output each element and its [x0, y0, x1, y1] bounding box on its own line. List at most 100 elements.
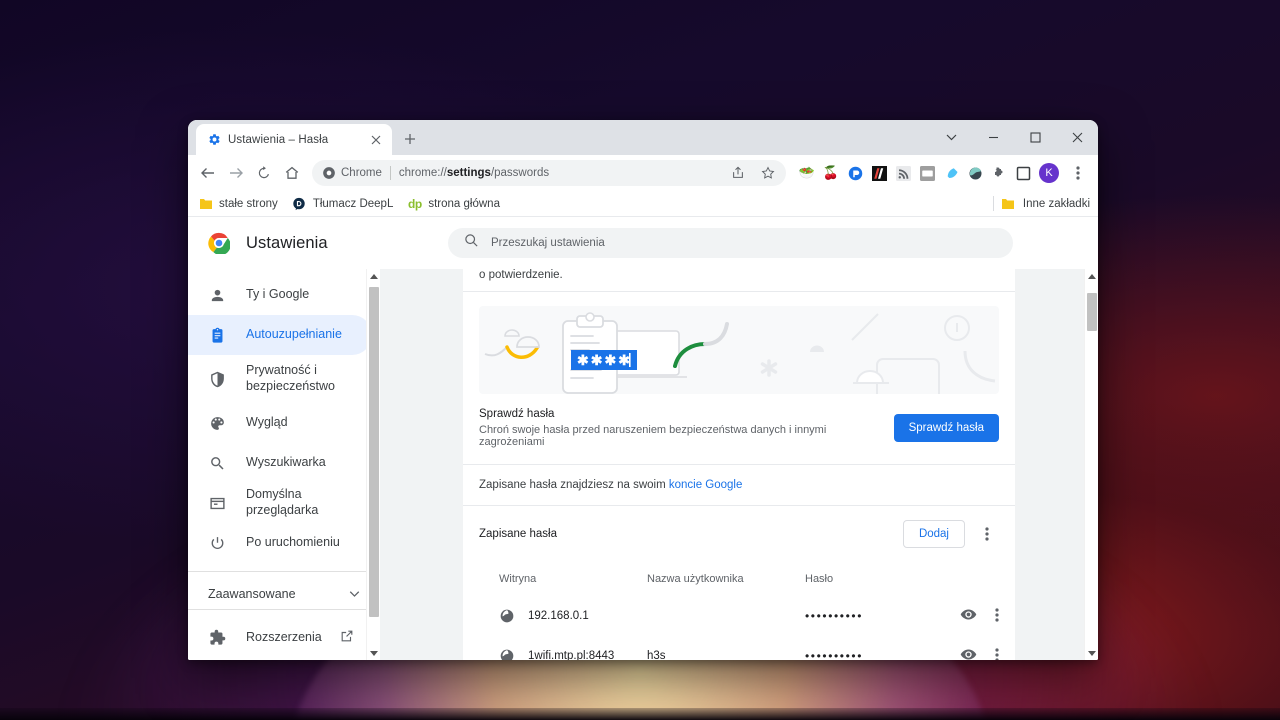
- bookmark-item-stale-strony[interactable]: stałe strony: [198, 196, 278, 211]
- google-account-note: Zapisane hasła znajdziesz na swoim konci…: [463, 465, 1015, 506]
- check-passwords-button[interactable]: Sprawdź hasła: [894, 414, 999, 442]
- reload-icon[interactable]: [250, 159, 278, 187]
- browser-window-icon: [208, 494, 226, 512]
- extension-icon-globe[interactable]: [964, 162, 986, 184]
- more-vert-icon[interactable]: [995, 647, 999, 661]
- sidebar-item-ty-i-google[interactable]: Ty i Google: [188, 275, 372, 315]
- address-bar[interactable]: Chrome chrome://settings/passwords: [312, 160, 786, 186]
- sidebar-item-domyslna-przegladarka[interactable]: Domyślna przeglądarka: [188, 483, 372, 523]
- google-account-link[interactable]: koncie Google: [669, 479, 743, 491]
- sidebar-scroll-track[interactable]: [367, 283, 381, 646]
- minimize-button[interactable]: [972, 120, 1014, 155]
- maximize-button[interactable]: [1014, 120, 1056, 155]
- extension-icon-1[interactable]: 🥗: [796, 162, 818, 184]
- sidebar-item-prywatnosc[interactable]: Prywatność i bezpieczeństwo: [188, 355, 372, 403]
- forward-icon[interactable]: [222, 159, 250, 187]
- settings-gear-icon: [207, 133, 221, 147]
- close-icon[interactable]: [368, 132, 384, 148]
- star-icon[interactable]: [754, 159, 782, 187]
- saved-passwords-header: Zapisane hasła Dodaj: [463, 506, 1015, 562]
- extension-icon-4[interactable]: [868, 162, 890, 184]
- settings-sidebar: Ty i Google Autouzupełnianie Prywatność …: [188, 269, 380, 660]
- puzzle-icon: [208, 628, 226, 646]
- other-bookmarks[interactable]: Inne zakładki: [993, 196, 1090, 211]
- extension-icon-2[interactable]: 🍒: [820, 162, 842, 184]
- more-vert-icon[interactable]: [995, 607, 999, 626]
- sidebar-scrollbar[interactable]: [366, 269, 380, 660]
- bookmark-item-strona-glowna[interactable]: dp strona główna: [407, 196, 500, 211]
- sidebar-item-rozszerzenia[interactable]: Rozszerzenia: [188, 614, 380, 660]
- sidebar-item-label: Rozszerzenia: [246, 630, 322, 644]
- sidebar-nav-list: Ty i Google Autouzupełnianie Prywatność …: [188, 275, 380, 609]
- password-checkup-card: ✱✱✱✱: [463, 292, 1015, 465]
- chrome-menu-icon[interactable]: [1064, 159, 1092, 187]
- column-header-password: Hasło: [805, 573, 999, 585]
- new-tab-button[interactable]: [396, 125, 424, 153]
- eye-icon[interactable]: [960, 606, 977, 626]
- bookmark-label: stałe strony: [219, 198, 278, 210]
- chrome-logo: [208, 232, 230, 254]
- sidebar-item-label: Zaawansowane: [208, 587, 296, 601]
- eye-icon[interactable]: [960, 646, 977, 660]
- sidebar-item-autouzupelnianie[interactable]: Autouzupełnianie: [188, 315, 372, 355]
- clipboard-icon: [208, 326, 226, 344]
- svg-text:✱✱✱✱: ✱✱✱✱: [577, 352, 632, 368]
- folder-icon: [198, 196, 213, 211]
- extension-icon-keyboard[interactable]: [916, 162, 938, 184]
- person-icon: [208, 286, 226, 304]
- scroll-down-arrow-icon[interactable]: [370, 646, 378, 660]
- add-password-button[interactable]: Dodaj: [903, 520, 965, 548]
- url-prefix: chrome://: [399, 167, 447, 179]
- row-site-cell: 192.168.0.1: [499, 608, 647, 624]
- window-close-button[interactable]: [1056, 120, 1098, 155]
- extension-icon-square[interactable]: [1012, 162, 1034, 184]
- extension-icon-feather[interactable]: [940, 162, 962, 184]
- dp-icon: dp: [407, 196, 422, 211]
- bookmark-item-deepl[interactable]: Tłumacz DeepL: [292, 196, 394, 211]
- omnibox-url[interactable]: chrome://settings/passwords: [399, 167, 724, 179]
- search-input[interactable]: [491, 237, 997, 249]
- sidebar-item-label: Prywatność i bezpieczeństwo: [246, 363, 372, 394]
- avatar[interactable]: K: [1039, 163, 1059, 183]
- passwords-table: Witryna Nazwa użytkownika Hasło 192.168.…: [463, 562, 1015, 660]
- omnibox-chrome-label: Chrome: [341, 167, 382, 179]
- share-icon[interactable]: [724, 159, 752, 187]
- deepl-icon: [292, 196, 307, 211]
- main-scroll-track[interactable]: [1085, 283, 1099, 646]
- sidebar-item-label: Wyszukiwarka: [246, 455, 326, 471]
- bookmark-label: strona główna: [428, 198, 500, 210]
- saved-passwords-more-icon[interactable]: [975, 522, 999, 546]
- back-icon[interactable]: [194, 159, 222, 187]
- browser-tab[interactable]: Ustawienia – Hasła: [196, 124, 392, 155]
- url-bold: settings: [447, 167, 491, 179]
- sidebar-item-zaawansowane[interactable]: Zaawansowane: [188, 571, 380, 609]
- bookmarks-divider: [993, 196, 994, 211]
- tab-search-chevron-down-icon[interactable]: [930, 120, 972, 155]
- external-link-icon[interactable]: [340, 629, 354, 646]
- saved-passwords-title: Zapisane hasła: [479, 528, 893, 540]
- settings-page: Ustawienia Ty i Google: [188, 217, 1098, 660]
- scroll-up-arrow-icon[interactable]: [370, 269, 378, 283]
- main-scrollbar[interactable]: [1084, 269, 1098, 660]
- sidebar-item-po-uruchomieniu[interactable]: Po uruchomieniu: [188, 523, 372, 563]
- password-checkup-row: Sprawdź hasła Chroń swoje hasła przed na…: [463, 394, 1015, 464]
- sidebar-item-wyglad[interactable]: Wygląd: [188, 403, 372, 443]
- scroll-up-arrow-icon[interactable]: [1088, 269, 1096, 283]
- table-row[interactable]: 192.168.0.1 ••••••••••: [463, 596, 1015, 636]
- sidebar-item-wyszukiwarka[interactable]: Wyszukiwarka: [188, 443, 372, 483]
- checkup-subtitle: Chroń swoje hasła przed naruszeniem bezp…: [479, 424, 878, 448]
- extension-icon-3[interactable]: [844, 162, 866, 184]
- column-header-site: Witryna: [499, 573, 647, 585]
- table-row[interactable]: 1wifi.mtp.pl:8443 h3s ••••••••••: [463, 636, 1015, 660]
- settings-search[interactable]: [448, 228, 1013, 258]
- checkup-title: Sprawdź hasła: [479, 408, 878, 420]
- sidebar-scroll-thumb[interactable]: [369, 287, 379, 617]
- home-icon[interactable]: [278, 159, 306, 187]
- scroll-down-arrow-icon[interactable]: [1088, 646, 1096, 660]
- settings-brand: Ustawienia: [208, 232, 388, 254]
- folder-icon: [1001, 196, 1016, 211]
- extension-icon-rss[interactable]: [892, 162, 914, 184]
- tab-strip: Ustawienia – Hasła: [188, 120, 1098, 155]
- main-scroll-thumb[interactable]: [1087, 293, 1097, 331]
- extension-icon-puzzle[interactable]: [988, 162, 1010, 184]
